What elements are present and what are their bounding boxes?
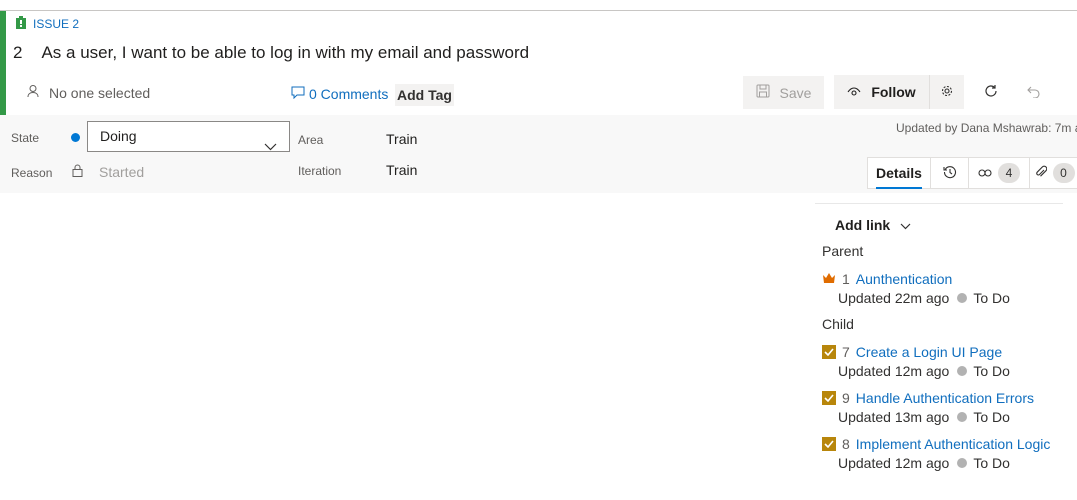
add-link-label: Add link [835,217,891,233]
parent-link-updated: Updated 22m ago [838,290,950,306]
work-item-title[interactable]: As a user, I want to be able to log in w… [41,43,529,63]
work-item-type-row: ISSUE 2 [15,16,79,32]
iteration-value[interactable]: Train [386,162,417,178]
state-indicator-dot [71,133,80,142]
add-tag-button[interactable]: Add Tag [395,84,454,106]
child-link-item: 7 Create a Login UI Page Updated 12m ago… [822,343,1010,380]
attachments-count-badge: 0 [1052,163,1075,183]
child-link-updated: Updated 12m ago [838,455,950,471]
save-label: Save [779,84,812,101]
state-dot-icon [957,458,968,468]
chevron-down-icon [900,217,911,233]
refresh-icon [984,84,998,101]
work-item-type-accent-bar [0,11,6,115]
child-link-id: 9 [842,390,850,406]
tab-details-label: Details [876,165,922,181]
child-link-state: To Do [973,409,1010,425]
follow-label: Follow [871,84,916,100]
crown-icon [822,271,836,287]
save-icon [756,84,770,101]
settings-button[interactable] [929,75,964,109]
child-link-updated: Updated 12m ago [838,363,950,379]
links-count-badge: 4 [998,163,1020,183]
state-dot-icon [957,293,968,303]
assignee-picker[interactable]: No one selected [26,84,150,101]
details-tabs: Details 4 0 [867,157,1077,191]
person-icon [26,84,40,101]
work-item-title-row: 2 As a user, I want to be able to log in… [13,43,529,63]
state-dot-icon [957,366,968,376]
tab-attachments[interactable]: 0 [1029,157,1077,189]
undo-icon [1027,84,1041,101]
chevron-down-icon [264,132,277,161]
reason-value: Started [99,164,145,180]
tab-history[interactable] [930,157,968,189]
top-divider [0,10,1077,11]
child-link-id: 8 [842,436,850,452]
child-link-item: 8 Implement Authentication Logic Updated… [822,435,1050,472]
child-link-title[interactable]: Handle Authentication Errors [856,390,1034,406]
child-group-label: Child [822,316,854,332]
comment-icon [291,86,305,102]
check-icon [822,345,836,359]
state-value: Doing [100,128,137,144]
history-icon [942,165,957,182]
work-item-id: 2 [13,43,23,62]
paperclip-icon [1035,165,1047,182]
issue-icon [15,16,27,32]
state-dropdown[interactable]: Doing [87,121,290,152]
child-link-state: To Do [973,363,1010,379]
parent-link-item: 1 Aunthentication Updated 22m ago To Do [822,270,1010,307]
state-label: State [11,131,40,145]
refresh-button[interactable] [976,75,1006,109]
parent-link-state: To Do [973,290,1010,306]
child-link-title[interactable]: Create a Login UI Page [856,344,1002,360]
eye-icon [847,84,861,100]
child-link-updated: Updated 13m ago [838,409,950,425]
area-label: Area [298,133,324,147]
child-link-title[interactable]: Implement Authentication Logic [856,436,1051,452]
reason-label: Reason [11,166,53,180]
iteration-label: Iteration [298,164,342,178]
lock-icon [72,164,83,182]
child-link-item: 9 Handle Authentication Errors Updated 1… [822,389,1034,426]
save-button[interactable]: Save [743,76,824,109]
follow-button[interactable]: Follow [834,75,929,109]
state-dot-icon [957,412,968,422]
check-icon [822,437,836,451]
undo-button[interactable] [1019,75,1049,109]
comments-link[interactable]: 0 Comments [291,86,388,102]
work-item-type-label: ISSUE 2 [33,17,80,31]
area-value[interactable]: Train [386,131,417,147]
check-icon [822,391,836,405]
tab-details[interactable]: Details [867,157,930,189]
add-link-button[interactable]: Add link [835,217,911,233]
parent-link-id: 1 [842,271,850,287]
child-link-id: 7 [842,344,850,360]
parent-link-title[interactable]: Aunthentication [856,271,953,287]
updated-by-text: Updated by Dana Mshawrab: 7m a [896,121,1077,135]
gear-icon [940,84,954,101]
assignee-label: No one selected [49,84,151,101]
links-divider [815,203,1063,204]
tab-links[interactable]: 4 [968,157,1029,189]
child-link-state: To Do [973,455,1010,471]
link-icon [978,165,992,181]
comments-label: 0 Comments [309,86,389,102]
parent-group-label: Parent [822,243,864,259]
